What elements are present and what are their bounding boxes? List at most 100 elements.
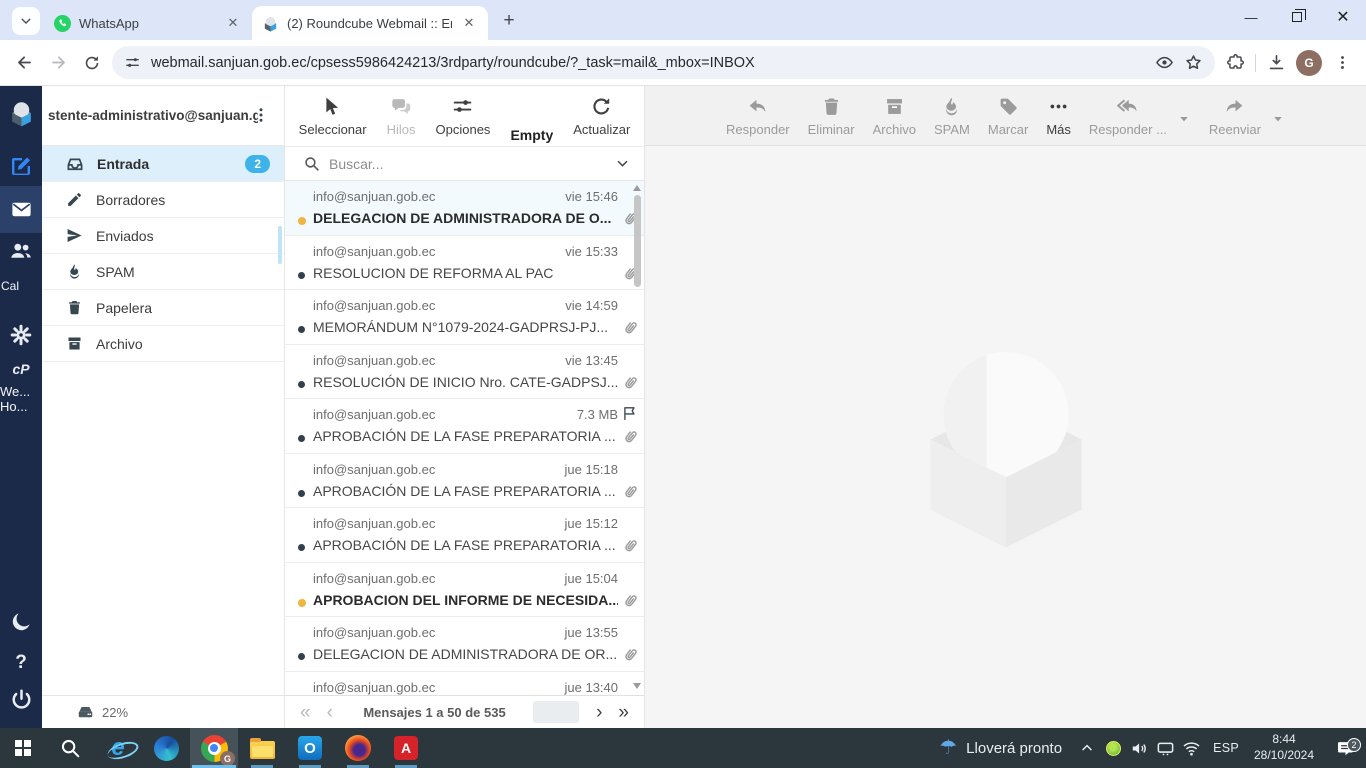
forward-caret-icon[interactable]	[1271, 112, 1285, 126]
taskbar-search-button[interactable]	[46, 728, 94, 768]
acrobat-icon: A	[394, 736, 418, 760]
list-item[interactable]: info@sanjuan.gob.ec jue 13:40	[285, 672, 644, 696]
webmail-home-label-1[interactable]: We...	[0, 384, 42, 399]
search-options-chevron-icon[interactable]	[615, 156, 630, 171]
language-indicator[interactable]: ESP	[1204, 741, 1248, 755]
tab-roundcube[interactable]: (2) Roundcube Webmail :: Entra ✕	[252, 6, 488, 40]
roundcube-logo[interactable]	[0, 99, 42, 127]
list-item[interactable]: info@sanjuan.gob.ec jue 15:04 APROBACION …	[285, 563, 644, 617]
extensions-icon[interactable]	[1221, 49, 1249, 77]
mark-button[interactable]: Marcar	[988, 96, 1028, 145]
profile-avatar[interactable]: G	[1296, 49, 1322, 76]
account-menu-icon[interactable]	[252, 106, 270, 124]
cast-screen-icon[interactable]	[1152, 739, 1178, 758]
url-text[interactable]: webmail.sanjuan.gob.ec/cpsess5986424213/…	[151, 55, 1145, 71]
site-settings-icon[interactable]	[124, 54, 141, 71]
cpanel-logo[interactable]: cP	[0, 361, 42, 377]
volume-icon[interactable]	[1126, 739, 1152, 758]
bookmark-star-icon[interactable]	[1184, 53, 1203, 72]
list-item[interactable]: info@sanjuan.gob.ec vie 14:59 MEMORÁNDUM …	[285, 290, 644, 345]
taskbar-firefox[interactable]	[334, 728, 382, 768]
close-window-button[interactable]: ✕	[1320, 0, 1366, 34]
tray-chevron-up-icon[interactable]	[1074, 740, 1100, 756]
archive-button[interactable]: Archivo	[873, 96, 916, 145]
more-button[interactable]: Más	[1046, 96, 1071, 145]
spam-button[interactable]: SPAM	[934, 96, 970, 145]
sidebar-item-archive[interactable]: Archivo	[42, 326, 284, 362]
empty-button[interactable]: Empty	[510, 96, 553, 146]
webmail-home-label-2[interactable]: Ho...	[0, 399, 42, 414]
taskbar-clock[interactable]: 8:44 28/10/2024	[1248, 732, 1324, 763]
list-item[interactable]: info@sanjuan.gob.ec jue 15:18 APROBACIÓN …	[285, 454, 644, 508]
scroll-down-icon[interactable]	[633, 683, 641, 689]
reply-all-icon	[1117, 96, 1138, 117]
prev-page-button[interactable]: ‹	[324, 703, 336, 722]
last-page-button[interactable]: »	[615, 703, 632, 722]
compose-button[interactable]	[0, 154, 42, 178]
button-label: Opciones	[435, 122, 491, 137]
taskbar-outlook[interactable]: O	[286, 728, 334, 768]
tab-whatsapp[interactable]: WhatsApp ✕	[44, 6, 252, 40]
reply-button[interactable]: Responder	[726, 96, 790, 145]
contacts-icon[interactable]	[0, 239, 42, 263]
taskbar-chrome[interactable]: G	[190, 728, 238, 768]
browser-menu-icon[interactable]	[1328, 49, 1356, 77]
taskbar-acrobat[interactable]: A	[382, 728, 430, 768]
logout-power-icon[interactable]	[0, 688, 42, 711]
minimize-button[interactable]: —	[1228, 0, 1274, 34]
back-button[interactable]	[10, 49, 38, 77]
help-icon[interactable]: ?	[0, 652, 42, 674]
preview-eye-icon[interactable]	[1155, 53, 1174, 72]
taskbar-explorer[interactable]	[238, 728, 286, 768]
scrollbar-thumb[interactable]	[634, 195, 641, 287]
next-page-button[interactable]: ›	[593, 703, 605, 722]
refresh-button[interactable]: Actualizar	[573, 96, 630, 146]
mail-nav-active[interactable]	[0, 186, 42, 233]
sidebar-item-sent[interactable]: Enviados	[42, 218, 284, 254]
dark-mode-moon-icon[interactable]	[0, 610, 42, 633]
forward-button[interactable]	[44, 49, 72, 77]
reply-all-button[interactable]: Responder ...	[1089, 96, 1167, 145]
action-center-button[interactable]: 2	[1324, 737, 1366, 758]
list-item[interactable]: info@sanjuan.gob.ec jue 15:12 APROBACIÓN …	[285, 508, 644, 563]
settings-gear-icon[interactable]	[0, 323, 42, 347]
restore-button[interactable]	[1274, 0, 1320, 34]
forward-button[interactable]: Reenviar	[1209, 96, 1261, 145]
list-scrollbar[interactable]	[631, 181, 643, 695]
threads-button[interactable]: Hilos	[387, 96, 416, 146]
close-tab-icon[interactable]: ✕	[224, 14, 242, 32]
list-item[interactable]: info@sanjuan.gob.ec vie 15:46 DELEGACION …	[285, 181, 644, 236]
start-button[interactable]	[0, 728, 46, 768]
taskbar-ie[interactable]: e	[94, 728, 142, 768]
list-item[interactable]: info@sanjuan.gob.ec jue 13:55 DELEGACION …	[285, 617, 644, 672]
folder-scrollbar-thumb[interactable]	[278, 226, 282, 264]
sidebar-item-inbox[interactable]: Entrada 2	[42, 146, 284, 182]
address-bar[interactable]: webmail.sanjuan.gob.ec/cpsess5986424213/…	[112, 46, 1215, 79]
wifi-icon[interactable]	[1178, 739, 1204, 758]
list-item[interactable]: info@sanjuan.gob.ec vie 13:45 RESOLUCIÓN …	[285, 345, 644, 399]
select-button[interactable]: Seleccionar	[299, 96, 367, 146]
options-button[interactable]: Opciones	[435, 96, 491, 146]
antivirus-tray-icon[interactable]	[1100, 740, 1126, 756]
first-page-button[interactable]: «	[297, 703, 314, 722]
weather-widget[interactable]: ☂ Lloverá pronto	[927, 738, 1074, 758]
message-list-panel: Seleccionar Hilos Opciones Empty Actuali…	[285, 86, 645, 728]
search-input[interactable]	[329, 155, 606, 172]
button-label: SPAM	[933, 122, 970, 137]
new-tab-button[interactable]: +	[496, 8, 522, 34]
sidebar-item-trash[interactable]: Papelera	[42, 290, 284, 326]
page-number-input[interactable]	[533, 701, 580, 723]
reply-all-caret-icon[interactable]	[1177, 112, 1191, 126]
calendar-label[interactable]: Cal	[0, 279, 42, 293]
sidebar-item-spam[interactable]: SPAM	[42, 254, 284, 290]
delete-button[interactable]: Eliminar	[808, 96, 855, 145]
close-tab-icon[interactable]: ✕	[460, 14, 478, 32]
list-item[interactable]: info@sanjuan.gob.ec vie 15:33 RESOLUCION …	[285, 236, 644, 290]
list-item[interactable]: info@sanjuan.gob.ec 7.3 MB APROBACIÓN DE …	[285, 399, 644, 454]
downloads-icon[interactable]	[1262, 49, 1290, 77]
scroll-up-icon[interactable]	[633, 185, 641, 191]
taskbar-edge[interactable]	[142, 728, 190, 768]
sidebar-item-drafts[interactable]: Borradores	[42, 182, 284, 218]
tab-search-button[interactable]	[12, 7, 40, 35]
reload-button[interactable]	[78, 49, 106, 77]
